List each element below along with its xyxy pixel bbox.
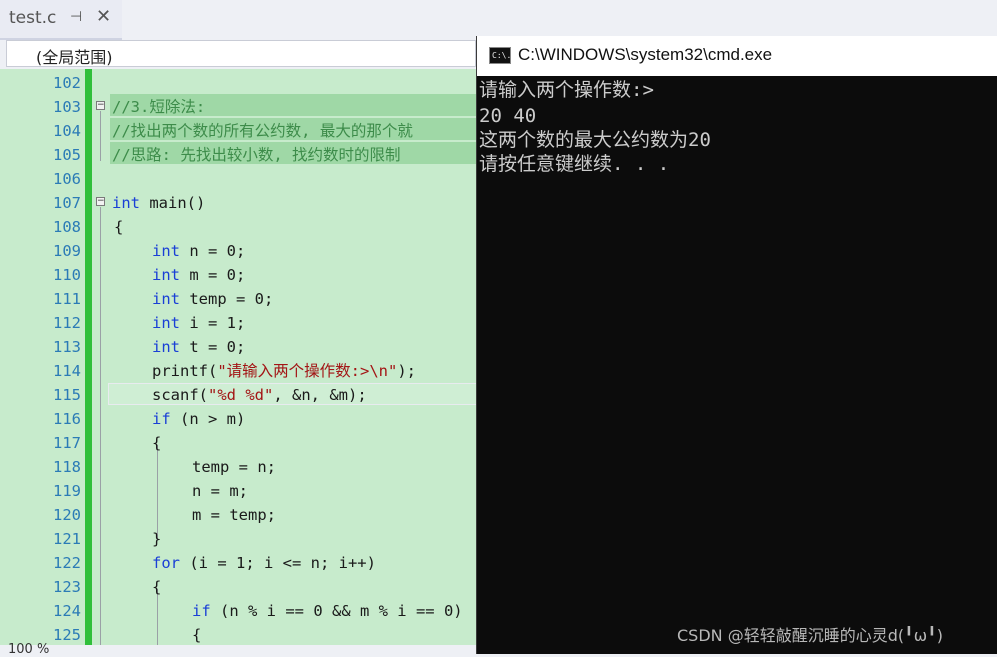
code-text: scanf(	[152, 386, 208, 404]
line-number: 109	[53, 242, 81, 260]
code-keyword: int	[152, 242, 180, 260]
zoom-bar: 100 %	[0, 642, 476, 657]
line-number: 104	[53, 122, 81, 140]
line-number: 116	[53, 410, 81, 428]
editor-tab-bar: test.c ⊣ ✕	[0, 0, 997, 40]
close-icon[interactable]: ✕	[96, 6, 111, 27]
console-output-line: 请按任意键继续. . .	[479, 153, 670, 175]
code-text: (i = 1; i <= n; i++)	[180, 554, 376, 572]
line-number: 120	[53, 506, 81, 524]
zoom-level[interactable]: 100 %	[8, 642, 49, 657]
code-keyword: int	[152, 290, 180, 308]
code-text: m = 0;	[180, 266, 246, 284]
code-keyword: int	[152, 338, 180, 356]
line-number: 110	[53, 266, 81, 284]
line-number: 122	[53, 554, 81, 572]
console-output-line: 这两个数的最大公约数为20	[479, 129, 711, 151]
code-comment: //3.短除法:	[112, 98, 206, 116]
code-line: int i = 1;	[152, 311, 245, 335]
line-number: 112	[53, 314, 81, 332]
fold-guide	[100, 207, 101, 645]
code-text: printf(	[152, 362, 218, 380]
line-number: 118	[53, 458, 81, 476]
scope-dropdown[interactable]: (全局范围)	[6, 40, 476, 67]
code-line: m = temp;	[192, 506, 276, 524]
code-text: i = 1;	[180, 314, 246, 332]
line-number: 123	[53, 578, 81, 596]
code-text: temp = 0;	[180, 290, 274, 308]
line-number: 103	[53, 98, 81, 116]
code-line: int m = 0;	[152, 263, 245, 287]
code-line: int n = 0;	[152, 239, 245, 263]
code-line: {	[114, 218, 124, 236]
code-line: temp = n;	[192, 458, 276, 476]
tab-test-c[interactable]: test.c ⊣ ✕	[0, 0, 122, 40]
code-keyword: int	[152, 266, 180, 284]
fold-guide	[100, 111, 101, 161]
code-line: {	[152, 578, 162, 596]
change-indicator-bar	[85, 69, 92, 645]
code-text: (n % i == 0 && m % i == 0)	[210, 602, 463, 620]
line-number: 107	[53, 194, 81, 212]
code-line: for (i = 1; i <= n; i++)	[152, 551, 376, 575]
cmd-icon: C:\.	[489, 47, 511, 64]
pin-icon[interactable]: ⊣	[70, 9, 82, 25]
code-line: }	[152, 530, 162, 548]
line-number: 111	[53, 290, 81, 308]
code-comment: //思路: 先找出较小数, 找约数时的限制	[112, 146, 401, 164]
line-number: 108	[53, 218, 81, 236]
scope-label: (全局范围)	[36, 48, 113, 67]
code-line: {	[192, 626, 202, 644]
code-keyword: if	[152, 410, 171, 428]
code-keyword: for	[152, 554, 180, 572]
line-number: 121	[53, 530, 81, 548]
code-editor[interactable]: − − 102 103 104 105 106 107 108 109 110 …	[0, 69, 476, 645]
line-number: 115	[53, 386, 81, 404]
code-line: if (n % i == 0 && m % i == 0)	[192, 599, 463, 623]
line-number: 114	[53, 362, 81, 380]
code-string: "请输入两个操作数:>\n"	[217, 362, 398, 380]
code-line: if (n > m)	[152, 407, 245, 431]
watermark-text: CSDN @轻轻敲醒沉睡的心灵d(╹ω╹)	[677, 626, 944, 645]
code-line: printf("请输入两个操作数:>\n");	[152, 359, 416, 383]
code-text: (n > m)	[170, 410, 246, 428]
code-text: , &n, &m);	[273, 386, 367, 404]
console-title: C:\WINDOWS\system32\cmd.exe	[518, 45, 773, 64]
line-number: 106	[53, 170, 81, 188]
line-number: 119	[53, 482, 81, 500]
code-text: t = 0;	[180, 338, 246, 356]
line-number: 113	[53, 338, 81, 356]
code-line: int t = 0;	[152, 335, 245, 359]
code-text: n = 0;	[180, 242, 246, 260]
code-string: "%d %d"	[208, 386, 274, 404]
code-line: {	[152, 434, 162, 452]
fold-collapse-icon[interactable]: −	[96, 197, 105, 206]
code-line: scanf("%d %d", &n, &m);	[152, 383, 367, 407]
code-text: );	[397, 362, 416, 380]
code-line: n = m;	[192, 482, 248, 500]
code-keyword: int	[152, 314, 180, 332]
console-output-line: 请输入两个操作数:>	[479, 79, 654, 101]
line-number: 117	[53, 434, 81, 452]
indent-guide	[157, 445, 158, 539]
line-number: 102	[53, 74, 81, 92]
fold-collapse-icon[interactable]: −	[96, 101, 105, 110]
console-title-bar[interactable]: C:\. C:\WINDOWS\system32\cmd.exe	[477, 36, 997, 76]
code-text: main()	[140, 194, 206, 212]
line-number: 124	[53, 602, 81, 620]
code-comment: //找出两个数的所有公约数, 最大的那个就	[112, 122, 413, 140]
code-keyword: int	[112, 194, 140, 212]
code-keyword: if	[192, 602, 211, 620]
tab-label: test.c	[9, 8, 57, 28]
console-window[interactable]: C:\. C:\WINDOWS\system32\cmd.exe 请输入两个操作…	[476, 36, 997, 654]
code-line: int temp = 0;	[152, 287, 273, 311]
code-line: int main()	[112, 191, 205, 215]
line-number: 105	[53, 146, 81, 164]
console-output-line: 20 40	[479, 105, 537, 127]
